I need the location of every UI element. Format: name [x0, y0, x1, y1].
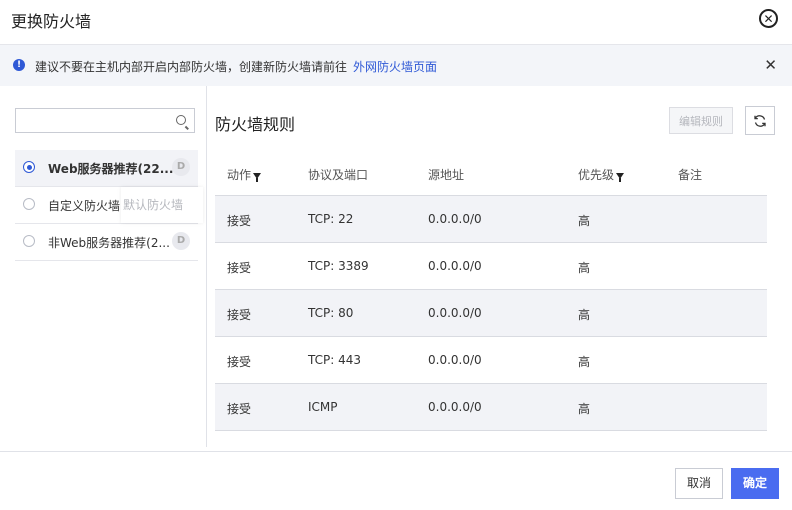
- cell-protocol: TCP: 443: [308, 353, 362, 367]
- info-icon: !: [13, 59, 25, 71]
- cell-protocol: TCP: 3389: [308, 259, 369, 273]
- edit-rules-button[interactable]: 编辑规则: [669, 107, 733, 134]
- dialog-title: 更换防火墙: [11, 12, 92, 31]
- cell-priority: 高: [578, 402, 591, 416]
- cell-source: 0.0.0.0/0: [428, 212, 482, 226]
- dialog-footer: 取消 确定: [0, 451, 792, 510]
- cell-protocol: TCP: 22: [308, 212, 354, 226]
- cancel-button[interactable]: 取消: [675, 468, 723, 499]
- firewall-item[interactable]: 非Web服务器推荐(2... D: [15, 224, 198, 261]
- column-header-label: 优先级: [578, 168, 615, 182]
- firewall-badge: D: [172, 158, 190, 176]
- firewall-item-label: 自定义防火墙: [48, 199, 121, 213]
- default-firewall-tooltip: 默认防火墙: [121, 187, 203, 223]
- search-icon[interactable]: [176, 115, 186, 125]
- column-header-note: 备注: [678, 168, 703, 182]
- notice-text: 建议不要在主机内部开启内部防火墙，创建新防火墙请前往 外网防火墙页面: [35, 58, 437, 75]
- rules-title: 防火墙规则: [215, 115, 296, 134]
- firewall-item-label: Web服务器推荐(22...: [48, 162, 174, 176]
- table-row: 接受 TCP: 443 0.0.0.0/0 高: [215, 337, 767, 384]
- cell-action: 接受: [227, 402, 252, 416]
- column-header-priority[interactable]: 优先级: [578, 166, 625, 183]
- cell-action: 接受: [227, 214, 252, 228]
- radio-selected[interactable]: [23, 161, 35, 173]
- firewall-item[interactable]: 自定义防火墙 默认防火墙: [15, 187, 203, 224]
- cell-priority: 高: [578, 214, 591, 228]
- column-header-protocol: 协议及端口: [308, 168, 369, 182]
- column-header-source: 源地址: [428, 168, 465, 182]
- dialog-header: 更换防火墙 ✕: [0, 0, 792, 45]
- rules-table-header: 动作 协议及端口 源地址 优先级 备注: [215, 150, 767, 196]
- cell-priority: 高: [578, 308, 591, 322]
- column-header-label: 动作: [227, 168, 252, 182]
- notice-message: 建议不要在主机内部开启内部防火墙，创建新防火墙请前往: [35, 60, 348, 74]
- table-row: 接受 TCP: 22 0.0.0.0/0 高: [215, 196, 767, 243]
- search-input[interactable]: [15, 108, 195, 133]
- filter-icon[interactable]: [616, 172, 625, 182]
- cell-source: 0.0.0.0/0: [428, 400, 482, 414]
- cell-action: 接受: [227, 261, 252, 275]
- cell-priority: 高: [578, 355, 591, 369]
- firewall-item-label: 非Web服务器推荐(2...: [48, 236, 170, 250]
- cell-source: 0.0.0.0/0: [428, 306, 482, 320]
- firewall-list-panel: Web服务器推荐(22... D 自定义防火墙 默认防火墙 非Web服务器推荐(…: [0, 86, 207, 447]
- firewall-item[interactable]: Web服务器推荐(22... D: [15, 150, 198, 187]
- column-header-action[interactable]: 动作: [227, 166, 262, 183]
- cell-action: 接受: [227, 308, 252, 322]
- close-icon[interactable]: ✕: [759, 9, 778, 28]
- notice-link[interactable]: 外网防火墙页面: [353, 60, 437, 74]
- refresh-button[interactable]: [745, 106, 775, 135]
- table-row: 接受 TCP: 80 0.0.0.0/0 高: [215, 290, 767, 337]
- notice-bar: ! 建议不要在主机内部开启内部防火墙，创建新防火墙请前往 外网防火墙页面 ✕: [0, 45, 792, 86]
- cell-protocol: TCP: 80: [308, 306, 354, 320]
- cell-source: 0.0.0.0/0: [428, 259, 482, 273]
- cell-priority: 高: [578, 261, 591, 275]
- filter-icon[interactable]: [253, 172, 262, 182]
- cell-action: 接受: [227, 355, 252, 369]
- notice-close-icon[interactable]: ✕: [764, 56, 777, 74]
- table-row: 接受 TCP: 3389 0.0.0.0/0 高: [215, 243, 767, 290]
- cell-source: 0.0.0.0/0: [428, 353, 482, 367]
- confirm-button[interactable]: 确定: [731, 468, 779, 499]
- table-row: 接受 ICMP 0.0.0.0/0 高: [215, 384, 767, 431]
- radio-unselected[interactable]: [23, 198, 35, 210]
- cell-protocol: ICMP: [308, 400, 338, 414]
- refresh-icon: [754, 114, 766, 127]
- firewall-badge: D: [172, 232, 190, 250]
- radio-unselected[interactable]: [23, 235, 35, 247]
